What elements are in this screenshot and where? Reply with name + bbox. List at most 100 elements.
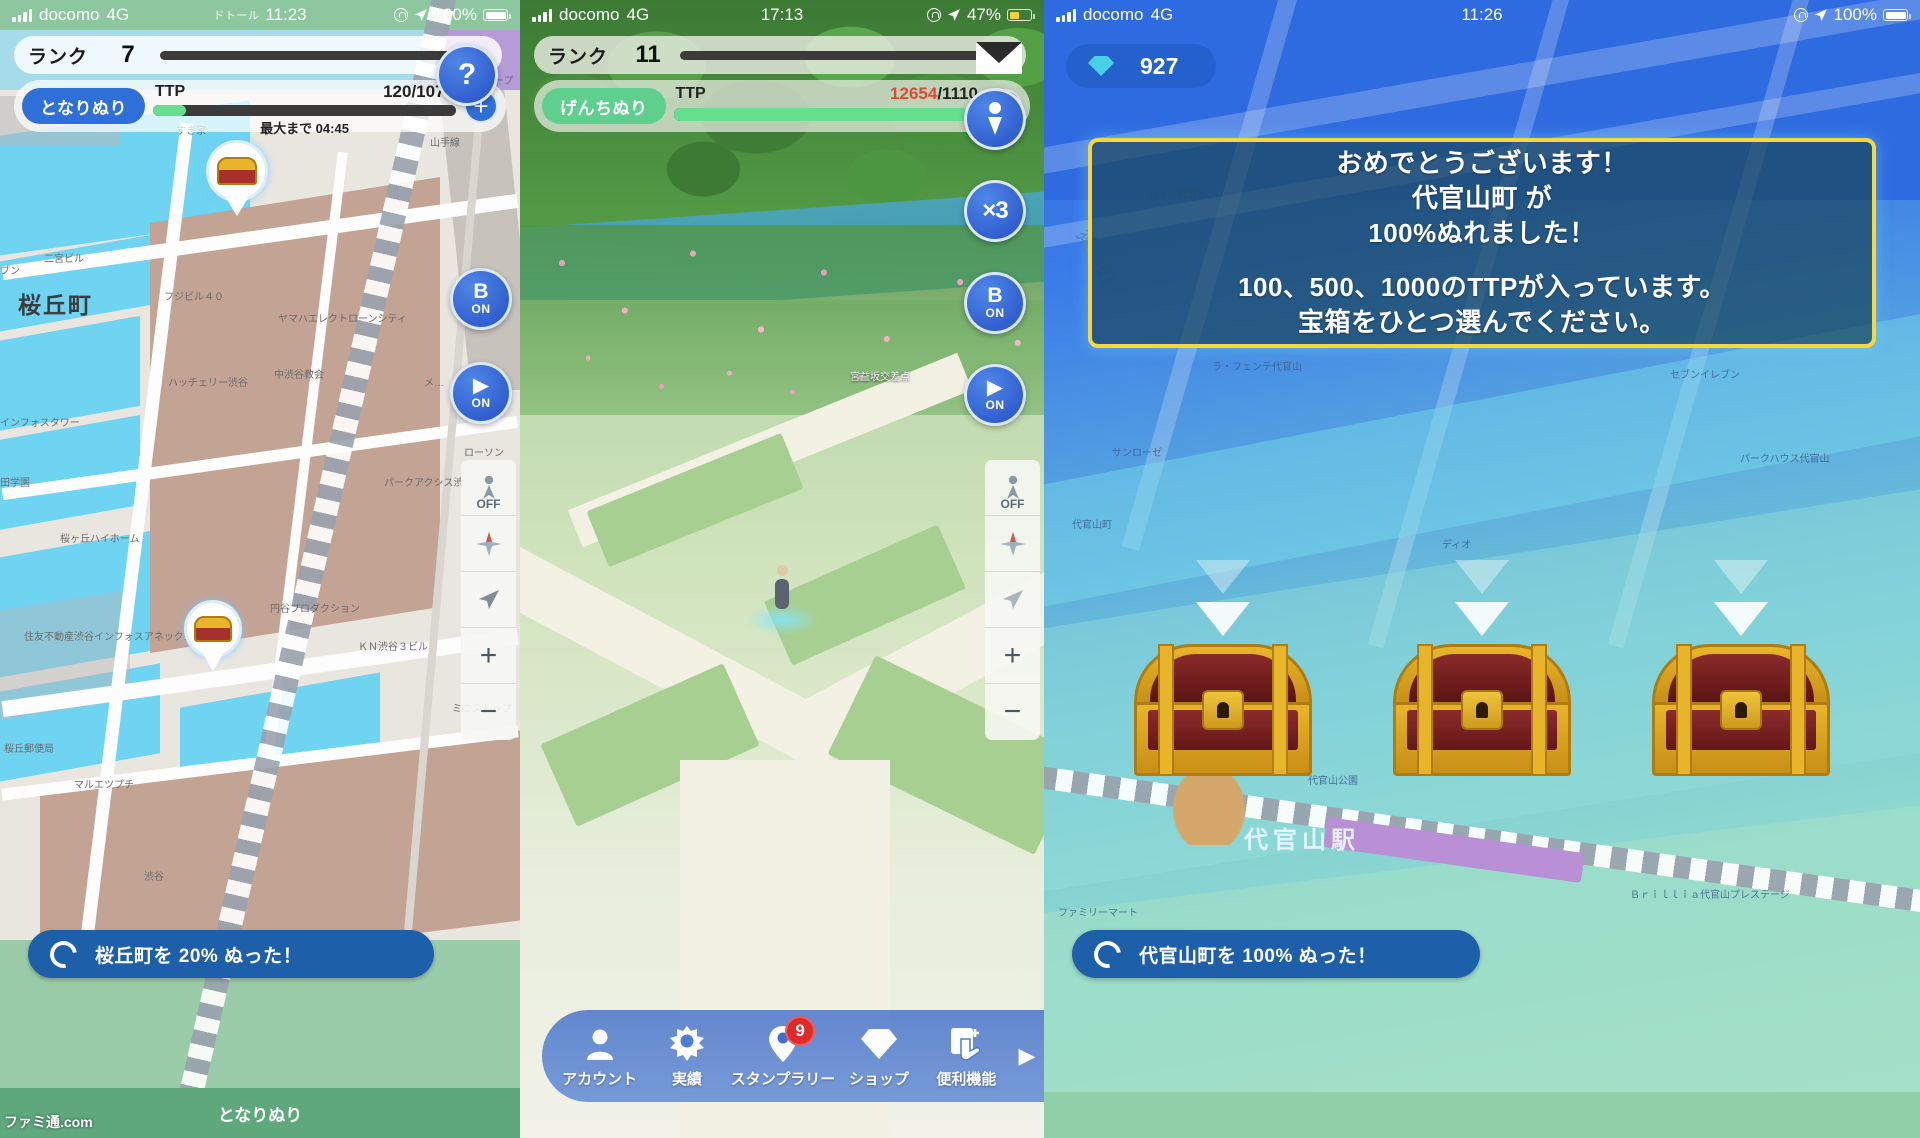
b-on-button[interactable]: B ON [450,268,512,330]
treasure-pin[interactable] [206,140,268,216]
arrow-indicator [1713,560,1768,644]
chevron-down-icon [1196,560,1251,594]
chest-option-3[interactable] [1641,560,1841,776]
rotation-lock-icon [1793,8,1808,22]
location-arrow-icon [1814,9,1827,21]
network-type: 4G [106,5,130,24]
map-label-station: 代官山駅 [1244,827,1360,854]
locate-me-button[interactable] [985,572,1040,628]
person-icon [580,1024,620,1064]
map-label: 渋谷 [144,872,164,883]
play-on-label: ON [471,395,491,410]
compass-button[interactable] [985,516,1040,572]
gem-count: 927 [1140,52,1179,79]
gem-icon [1088,56,1114,76]
ttp-meter: TTP 120/1070 最大まで 04:45 [151,80,458,136]
map-label: 中渋谷教会 [274,370,324,381]
paint-mode-button[interactable]: となりぬり [22,88,145,124]
paint-mode-button[interactable]: げんちぬり [542,88,666,124]
pin-button[interactable] [964,88,1026,150]
nav-stamp-rally[interactable]: 9 スタンプラリー [730,1015,836,1089]
ttp-bar: となりぬり TTP 120/1070 最大まで 04:45 + [14,80,506,136]
map-label: インフォスタワー [0,418,80,429]
zoom-out-button[interactable]: − [985,684,1040,740]
location-arrow-icon [947,9,960,21]
rank-label: ランク [548,46,609,68]
chevron-down-icon [1454,560,1509,594]
avatar-body [775,579,789,609]
mail-button[interactable] [976,42,1022,74]
zoom-in-button[interactable]: + [461,628,516,684]
carrier-name: docomo [1083,5,1144,24]
b-on-button[interactable]: B ON [964,272,1026,334]
player-avatar[interactable] [745,565,819,635]
b-letter-icon: B [987,284,1003,308]
map-label: Ｂｒｉｌｌｉａ代官山プレステージ [1630,890,1790,901]
map-label: ハッチェリー渋谷 [168,378,248,389]
chest-chooser [1044,560,1920,780]
paint-toast: 桜丘町を 20% ぬった！ [28,930,434,978]
treasure-pin[interactable] [184,600,242,671]
ttp-bar: げんちぬり TTP 12654/1110 + [534,80,1030,132]
location-arrow-icon [414,9,427,21]
chest-option-2[interactable] [1382,560,1582,776]
status-left: docomo 4G [1056,5,1173,25]
nav-shop[interactable]: ショップ [835,1024,922,1089]
person-off-toggle[interactable]: OFF [985,460,1040,516]
map-control-stack: OFF + − [461,460,516,740]
rank-bar: ランク 11 [534,36,1026,74]
status-right: 100% [393,5,511,25]
treasure-chest-icon[interactable] [1134,644,1313,776]
panel-reward-daikanyama: ハイツ代官山 猿楽町 ラ・フェンテ代官山 セブンイレブン サンローゼ 代官山町 … [1044,0,1920,1138]
treasure-chest-icon[interactable] [1651,644,1830,776]
medal-icon [667,1024,707,1064]
play-on-button[interactable]: ▶ ON [964,364,1026,426]
signal-bars-icon [12,8,32,22]
nav-achievements[interactable]: 実績 [643,1024,730,1089]
status-left: docomo 4G [532,5,649,25]
status-bar: docomo 4G 11:26 100% [1044,0,1920,30]
game-world-canvas[interactable]: 宮益坂交差点 [520,0,1044,1138]
map-label: ローソン [464,448,504,459]
status-center: 11:26 [1044,5,1920,25]
spinner-icon [44,935,83,973]
dialog-line-1: おめでとうございます！ [1336,147,1628,178]
play-on-button[interactable]: ▶ ON [450,362,512,424]
carrier-name: docomo [39,5,100,24]
play-on-label: ON [985,397,1005,412]
zoom-in-button[interactable]: + [985,628,1040,684]
map-label-district: 桜丘町 [18,292,93,318]
dialog-line-3: 100%ぬれました！ [1368,218,1596,249]
status-right: 100% [1793,5,1911,25]
nav-next-arrow-icon[interactable]: ▶ [1010,1043,1044,1069]
rotation-lock-icon [393,8,408,22]
gem-counter[interactable]: 927 [1066,44,1216,88]
nav-account[interactable]: アカウント [556,1024,643,1089]
map-label: ＫＮ渋谷３ビル [358,642,428,653]
rank-progress-track [160,50,488,60]
map-label: パークアクシス渋 [384,478,464,489]
compass-button[interactable] [461,516,516,572]
reward-dialog: おめでとうございます！ 代官山町 が 100%ぬれました！ 100、500、10… [1088,138,1876,348]
nav-tools-label: 便利機能 [936,1070,997,1088]
avatar-glow [745,605,819,635]
network-type: 4G [1150,5,1174,24]
gem-icon [859,1024,899,1064]
chevron-down-icon [1713,560,1768,594]
clock: 11:23 [265,5,307,24]
person-off-toggle[interactable]: OFF [461,460,516,516]
clock: 11:26 [1461,5,1503,24]
nav-stamp-rally-label: スタンプラリー [730,1070,836,1088]
locate-me-button[interactable] [461,572,516,628]
scene-place-label: 宮益坂交差点 [850,372,910,383]
map-control-stack: OFF + − [985,460,1040,740]
chest-option-1[interactable] [1123,560,1323,776]
nav-tools[interactable]: 便利機能 [923,1024,1010,1089]
three-panel-screenshot: 桜丘町 二宮ビル ブン すき家 山手線 コープ フジビル４０ ヤマハエレクトロー… [0,0,1920,1138]
help-button[interactable]: ? [436,44,498,106]
watermark: ファミ通.com [4,1114,93,1130]
zoom-out-button[interactable]: − [461,684,516,740]
x3-button[interactable]: ×3 [964,180,1026,242]
treasure-chest-icon[interactable] [1392,644,1571,776]
multiplier-label: ×3 [982,196,1008,224]
